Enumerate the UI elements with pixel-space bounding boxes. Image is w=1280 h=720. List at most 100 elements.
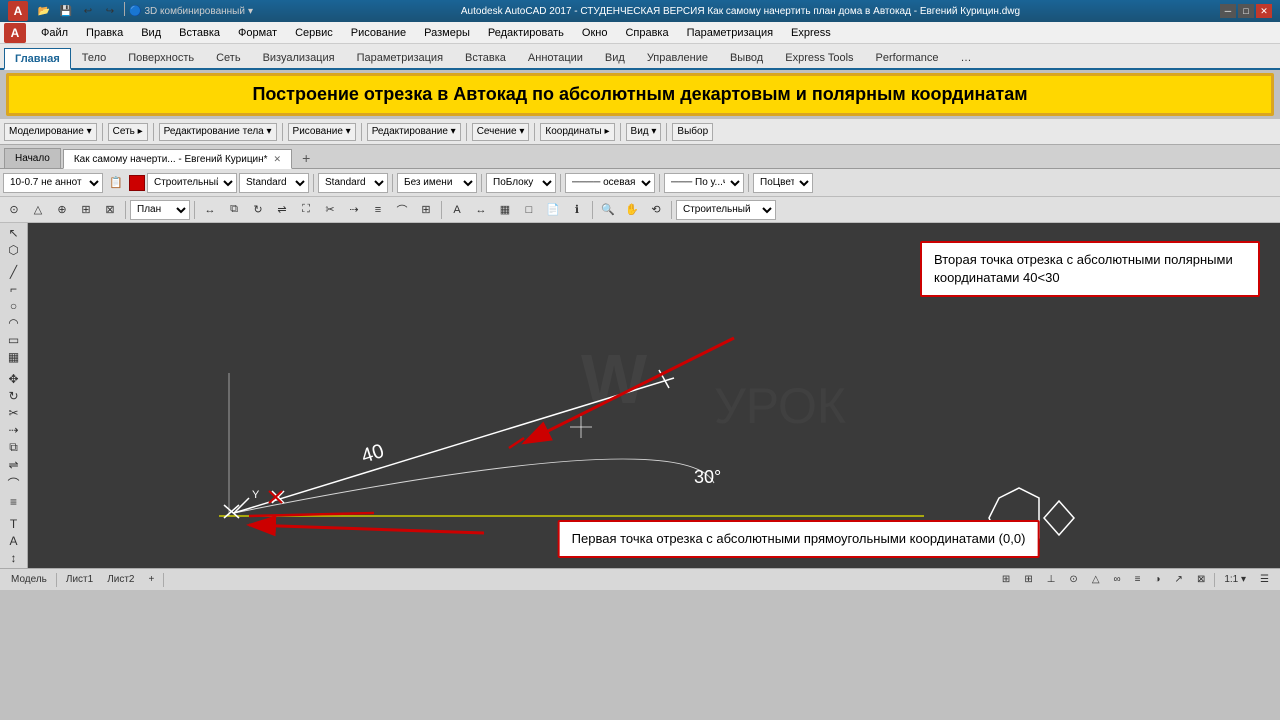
tab-more[interactable]: … xyxy=(950,46,983,68)
mirror-icon[interactable]: ⇌ xyxy=(271,199,293,221)
tab-render[interactable]: Визуализация xyxy=(252,46,346,68)
fillet-icon[interactable]: ⌒ xyxy=(391,199,413,221)
rotate-icon[interactable]: ↻ xyxy=(247,199,269,221)
otrack-toggle[interactable]: ∞ xyxy=(1109,571,1126,589)
qa-open[interactable]: 📂 xyxy=(34,2,54,20)
lp-fillet[interactable]: ⌒ xyxy=(2,474,26,493)
menu-tools[interactable]: Сервис xyxy=(286,23,342,43)
model-tab[interactable]: Модель xyxy=(6,571,52,589)
lp-hatch[interactable]: ▦ xyxy=(2,349,26,365)
copy-icon[interactable]: ⧉ xyxy=(223,199,245,221)
menu-express[interactable]: Express xyxy=(782,23,840,43)
noname-dropdown[interactable]: Без имени xyxy=(397,173,477,193)
edit-dropdown[interactable]: Редактирование ▾ xyxy=(367,123,461,141)
tab-home[interactable]: Главная xyxy=(4,48,71,70)
add-layout-btn[interactable]: + xyxy=(144,571,160,589)
qa-undo[interactable]: ↩ xyxy=(78,2,98,20)
grid-toggle[interactable]: ⊞ xyxy=(1019,571,1037,589)
close-tab-icon[interactable]: ✕ xyxy=(274,154,282,165)
extend-icon[interactable]: ⇢ xyxy=(343,199,365,221)
lp-mtext[interactable]: A xyxy=(2,533,26,549)
scale-dropdown[interactable]: 1:1 ▾ xyxy=(1219,571,1251,589)
color-dropdown[interactable]: ПоЦвету xyxy=(753,173,813,193)
dim-icon[interactable]: ↔ xyxy=(470,199,492,221)
tab-mesh[interactable]: Сеть xyxy=(205,46,251,68)
lp-polyline[interactable]: ⌐ xyxy=(2,281,26,297)
lp-extend[interactable]: ⇢ xyxy=(2,422,26,438)
lp-text[interactable]: T xyxy=(2,516,26,532)
lp-offset[interactable]: ≡ xyxy=(2,494,26,510)
block-icon[interactable]: □ xyxy=(518,199,540,221)
view-dropdown[interactable]: Вид ▾ xyxy=(626,123,662,141)
coords-dropdown[interactable]: Координаты ▸ xyxy=(540,123,614,141)
plan-layer[interactable]: План xyxy=(130,200,190,220)
lp-dim[interactable]: ↕ xyxy=(2,550,26,566)
layer-icon[interactable]: 📄 xyxy=(542,199,564,221)
mesh-dropdown[interactable]: Сеть ▸ xyxy=(108,123,148,141)
dynmode-toggle[interactable]: ↗ xyxy=(1170,571,1188,589)
qa-redo[interactable]: ↪ xyxy=(100,2,120,20)
ortho-toggle[interactable]: ⊥ xyxy=(1042,571,1061,589)
tab-express-tools[interactable]: Express Tools xyxy=(774,46,864,68)
lp-trim[interactable]: ✂ xyxy=(2,405,26,421)
standard2-dropdown[interactable]: Standard xyxy=(318,173,388,193)
offset-icon[interactable]: ≡ xyxy=(367,199,389,221)
menu-view[interactable]: Вид xyxy=(132,23,170,43)
lp-rotate[interactable]: ↻ xyxy=(2,388,26,404)
settings-btn[interactable]: ☰ xyxy=(1255,571,1274,589)
style-dropdown[interactable]: Строительный xyxy=(147,173,237,193)
lp-circle[interactable]: ○ xyxy=(2,298,26,314)
menu-insert[interactable]: Вставка xyxy=(170,23,229,43)
transparency-toggle[interactable]: ◑ xyxy=(1150,571,1166,589)
lineweight-toggle[interactable]: ≡ xyxy=(1130,571,1146,589)
tab-performance[interactable]: Performance xyxy=(865,46,950,68)
layer-props-btn[interactable] xyxy=(129,175,145,191)
scale-icon[interactable]: ⛶ xyxy=(295,199,317,221)
menu-dimension[interactable]: Размеры xyxy=(415,23,479,43)
layout2-tab[interactable]: Лист2 xyxy=(102,571,139,589)
menu-format[interactable]: Формат xyxy=(229,23,286,43)
new-tab-button[interactable]: + xyxy=(294,148,318,168)
lp-select[interactable]: ↖ xyxy=(2,225,26,241)
lineweight-dropdown[interactable]: ─── По у...чник xyxy=(664,173,744,193)
byblock-dropdown[interactable]: ПоБлоку xyxy=(486,173,556,193)
grid-icon[interactable]: ⊠ xyxy=(99,199,121,221)
pan-icon[interactable]: ✋ xyxy=(621,199,643,221)
orbit-icon[interactable]: ⟲ xyxy=(645,199,667,221)
tab-drawing[interactable]: Как самому начерти... - Евгений Курицин*… xyxy=(63,149,292,169)
osnap-toggle[interactable]: △ xyxy=(1087,571,1105,589)
select-dropdown[interactable]: Выбор xyxy=(672,123,713,141)
snap-icon[interactable]: ⊙ xyxy=(3,199,25,221)
tab-view[interactable]: Вид xyxy=(594,46,636,68)
menu-draw[interactable]: Рисование xyxy=(342,23,415,43)
linetype-dropdown[interactable]: ──── осевая xyxy=(565,173,655,193)
tab-annotate[interactable]: Аннотации xyxy=(517,46,594,68)
menu-modify[interactable]: Редактировать xyxy=(479,23,573,43)
ortho-icon[interactable]: ⊕ xyxy=(51,199,73,221)
layout1-tab[interactable]: Лист1 xyxy=(61,571,98,589)
tab-output[interactable]: Вывод xyxy=(719,46,774,68)
tab-parametric[interactable]: Параметризация xyxy=(346,46,454,68)
lineweight2-toggle[interactable]: ⊠ xyxy=(1192,571,1210,589)
modeling-dropdown[interactable]: Моделирование ▾ xyxy=(4,123,97,141)
menu-file[interactable]: Файл xyxy=(32,23,77,43)
hatch-icon[interactable]: ▦ xyxy=(494,199,516,221)
view2-dropdown[interactable]: Строительный xyxy=(676,200,776,220)
array-icon[interactable]: ⊞ xyxy=(415,199,437,221)
lp-move[interactable]: ✥ xyxy=(2,371,26,387)
tab-insert[interactable]: Вставка xyxy=(454,46,517,68)
lp-select2[interactable]: ⬡ xyxy=(2,242,26,258)
tab-solid[interactable]: Тело xyxy=(71,46,118,68)
qa-save[interactable]: 💾 xyxy=(56,2,76,20)
osnap-icon[interactable]: △ xyxy=(27,199,49,221)
lp-rect[interactable]: ▭ xyxy=(2,332,26,348)
standard-dropdown[interactable]: Standard xyxy=(239,173,309,193)
minimize-button[interactable]: ─ xyxy=(1220,4,1236,18)
lp-copy[interactable]: ⧉ xyxy=(2,439,26,456)
close-button[interactable]: ✕ xyxy=(1256,4,1272,18)
trim-icon[interactable]: ✂ xyxy=(319,199,341,221)
menu-parametric[interactable]: Параметризация xyxy=(678,23,782,43)
solid-edit-dropdown[interactable]: Редактирование тела ▾ xyxy=(159,123,277,141)
autocad-icon[interactable]: A xyxy=(4,23,26,43)
layer-dropdown[interactable]: 10-0.7 не аннот xyxy=(3,173,103,193)
